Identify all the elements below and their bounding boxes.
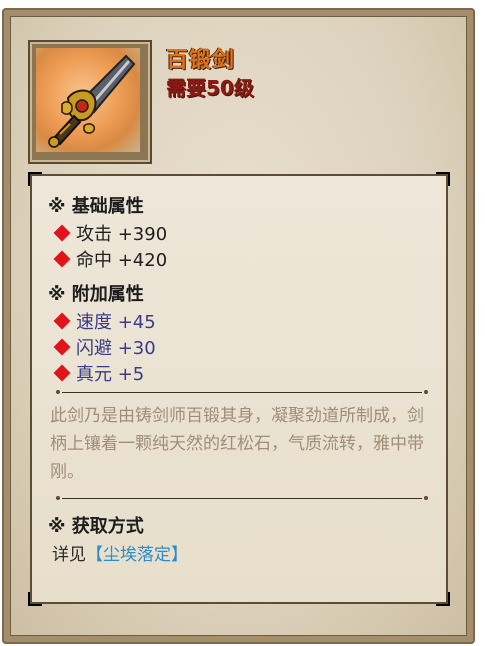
attribute-hit: 命中 +420 bbox=[76, 250, 168, 271]
attribute-row: 闪避 +30 bbox=[53, 334, 156, 360]
red-diamond-icon bbox=[53, 224, 71, 242]
attribute-attack: 攻击 +390 bbox=[76, 224, 168, 245]
attribute-row: 速度 +45 bbox=[53, 308, 156, 334]
red-diamond-icon bbox=[53, 338, 71, 356]
divider-dot bbox=[56, 390, 60, 394]
extra-attributes-heading: ※ 附加属性 bbox=[48, 284, 144, 305]
sword-icon bbox=[48, 54, 136, 148]
item-name: 百锻剑 bbox=[166, 48, 236, 73]
attribute-true-yuan: 真元 +5 bbox=[76, 364, 145, 385]
divider bbox=[62, 498, 422, 499]
attribute-dodge: 闪避 +30 bbox=[76, 338, 156, 359]
attribute-row: 真元 +5 bbox=[53, 360, 145, 386]
corner-ornament bbox=[28, 592, 42, 606]
source-heading: ※ 获取方式 bbox=[48, 516, 144, 537]
item-icon-frame[interactable] bbox=[28, 40, 152, 164]
red-diamond-icon bbox=[53, 312, 71, 330]
corner-ornament bbox=[28, 172, 42, 186]
item-description: 此剑乃是由铸剑师百锻其身，凝聚劲道所制成，剑柄上镶着一颗纯天然的红松石，气质流转… bbox=[50, 406, 424, 482]
corner-ornament bbox=[436, 592, 450, 606]
divider-dot bbox=[424, 390, 428, 394]
corner-ornament bbox=[436, 172, 450, 186]
attribute-panel: ※ 基础属性 攻击 +390 命中 +420 ※ 附加属性 速度 +45 闪避 … bbox=[28, 172, 450, 606]
source-line: 详见【尘埃落定】 bbox=[52, 540, 188, 565]
basic-attributes-heading: ※ 基础属性 bbox=[48, 196, 144, 217]
red-diamond-icon bbox=[53, 250, 71, 268]
source-prefix: 详见 bbox=[52, 545, 86, 565]
attribute-row: 命中 +420 bbox=[53, 246, 168, 272]
attribute-row: 攻击 +390 bbox=[53, 220, 168, 246]
level-requirement: 需要50级 bbox=[166, 76, 254, 100]
source-link[interactable]: 【尘埃落定】 bbox=[86, 545, 188, 565]
red-diamond-icon bbox=[53, 364, 71, 382]
attribute-speed: 速度 +45 bbox=[76, 312, 156, 333]
divider-dot bbox=[424, 496, 428, 500]
divider bbox=[62, 392, 422, 393]
divider-dot bbox=[56, 496, 60, 500]
